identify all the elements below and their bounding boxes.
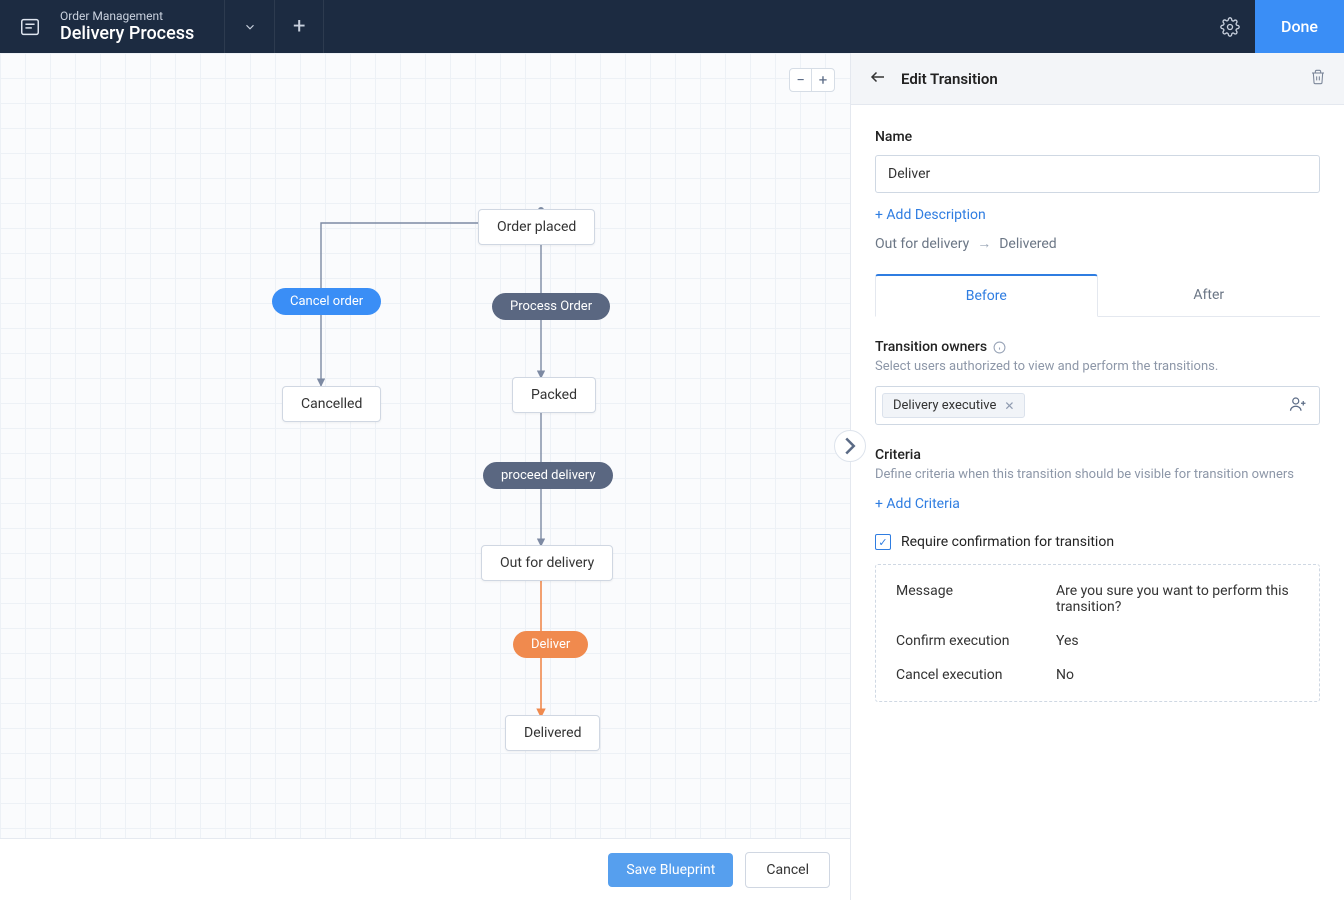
header-add-button[interactable]: + [274,0,324,53]
transition-flow: Out for delivery → Delivered [875,235,1320,252]
confirmation-box: Message Are you sure you want to perform… [875,564,1320,702]
node-order-placed[interactable]: Order placed [478,209,595,245]
criteria-label: Criteria [875,447,1320,463]
message-value: Are you sure you want to perform this tr… [1056,583,1299,615]
panel-tabs: Before After [875,274,1320,317]
transition-cancel-order[interactable]: Cancel order [272,288,381,315]
info-icon[interactable] [993,341,1006,354]
cancel-blueprint-button[interactable]: Cancel [745,852,830,888]
to-state: Delivered [999,236,1056,252]
transition-name-input[interactable] [875,155,1320,193]
header-title-block: Order Management Delivery Process [60,9,224,44]
panel-title: Edit Transition [901,70,1296,88]
trash-icon [1310,69,1326,85]
save-blueprint-button[interactable]: Save Blueprint [608,853,733,887]
node-packed[interactable]: Packed [512,377,596,413]
panel-delete-button[interactable] [1310,69,1326,89]
panel-back-button[interactable] [869,68,887,90]
user-plus-icon [1289,395,1307,413]
add-description-link[interactable]: + Add Description [875,207,986,223]
add-owner-button[interactable] [1289,395,1313,417]
header-dropdown-button[interactable] [224,0,274,53]
owners-label: Transition owners [875,339,1320,355]
edit-transition-panel: Edit Transition Name + Add Description O… [850,53,1344,900]
transition-deliver[interactable]: Deliver [513,631,588,658]
done-button[interactable]: Done [1255,0,1344,53]
from-state: Out for delivery [875,236,969,252]
chevron-right-icon [835,431,865,461]
panel-header: Edit Transition [851,53,1344,105]
cancel-exec-key: Cancel execution [896,667,1056,683]
gear-icon [1220,17,1240,37]
tab-before[interactable]: Before [875,274,1098,317]
confirm-exec-key: Confirm execution [896,633,1056,649]
header-subtitle: Order Management [60,9,194,23]
transition-owners-section: Transition owners Select users authorize… [875,339,1320,425]
canvas-area: − + Order placed Cancel order [0,53,850,900]
app-header: Order Management Delivery Process + Done [0,0,1344,53]
confirmation-label: Require confirmation for transition [901,534,1114,550]
confirmation-checkbox[interactable]: ✓ [875,534,891,550]
confirmation-checkbox-row[interactable]: ✓ Require confirmation for transition [875,534,1320,550]
canvas-footer: Save Blueprint Cancel [0,838,850,900]
app-logo-icon [0,16,60,38]
chip-remove-button[interactable]: ✕ [1004,399,1014,413]
zoom-in-button[interactable]: + [812,69,834,91]
arrow-left-icon [869,68,887,86]
confirm-exec-value: Yes [1056,633,1299,649]
transition-proceed-delivery[interactable]: proceed delivery [483,462,613,489]
owners-sublabel: Select users authorized to view and perf… [875,359,1320,374]
owner-chip: Delivery executive ✕ [882,393,1025,418]
criteria-section: Criteria Define criteria when this trans… [875,447,1320,512]
add-criteria-link[interactable]: + Add Criteria [875,496,960,512]
criteria-sublabel: Define criteria when this transition sho… [875,467,1320,482]
node-delivered[interactable]: Delivered [505,715,600,751]
name-label: Name [875,129,1320,145]
header-title: Delivery Process [60,23,194,44]
node-cancelled[interactable]: Cancelled [282,386,381,422]
zoom-out-button[interactable]: − [790,69,812,91]
blueprint-canvas[interactable]: − + Order placed Cancel order [0,53,850,838]
transition-process-order[interactable]: Process Order [492,293,610,320]
settings-button[interactable] [1205,0,1255,53]
tab-after[interactable]: After [1098,274,1321,316]
owners-input[interactable]: Delivery executive ✕ [875,386,1320,425]
zoom-controls: − + [789,68,835,92]
cancel-exec-value: No [1056,667,1299,683]
arrow-icon: → [977,235,991,252]
node-out-for-delivery[interactable]: Out for delivery [481,545,613,581]
edges-svg [0,53,850,838]
message-key: Message [896,583,1056,615]
panel-collapse-toggle[interactable] [834,430,866,462]
